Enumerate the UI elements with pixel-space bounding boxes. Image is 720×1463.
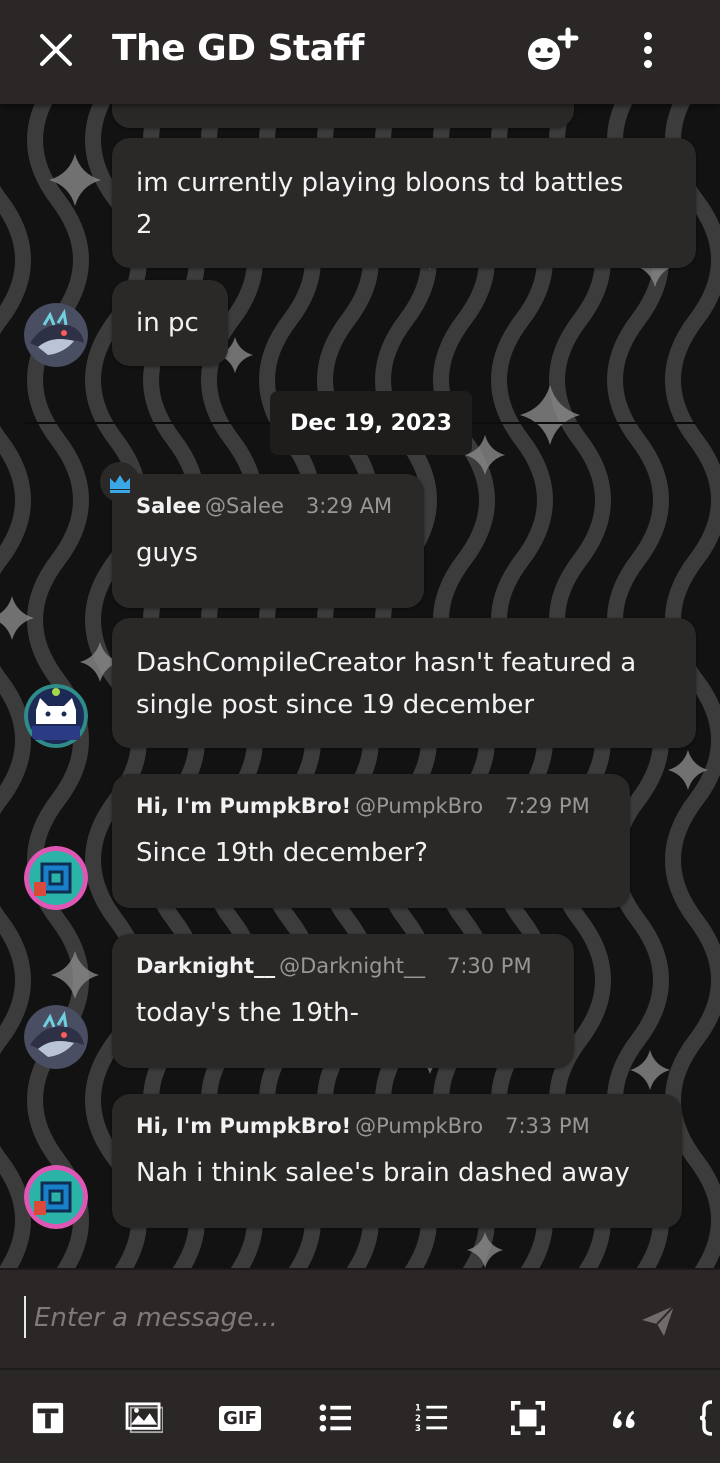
code-icon[interactable] [698,1400,720,1436]
message-time: 3:29 AM [305,494,393,518]
author-handle[interactable]: @Salee [205,494,284,518]
date-label: Dec 19, 2023 [270,391,472,455]
message-bubble[interactable]: DashCompileCreator hasn't featured a sin… [112,618,696,748]
formatting-toolbar: GIF 1 2 3 [0,1368,720,1463]
title-block-icon[interactable] [28,1400,68,1436]
bullet-list-icon[interactable] [316,1400,356,1436]
cube-avatar-icon [24,846,88,910]
message-meta: Salee @Salee 3:29 AM [112,474,424,526]
date-divider: Dec 19, 2023 [24,391,696,455]
message-input[interactable] [34,1296,614,1340]
message-bubble[interactable]: im currently playing bloons td battles 2 [112,138,696,268]
message-text: Since 19th december? [136,838,428,868]
message-bubble[interactable]: Darknight__ @Darknight__ 7:30 PM today's t… [112,934,574,1068]
crop-icon[interactable] [508,1400,548,1436]
message-time: 7:29 PM [505,794,590,818]
author-name[interactable]: Salee [136,494,201,518]
author-handle[interactable]: @PumpkBro [355,1114,483,1138]
send-icon[interactable] [638,1300,678,1340]
message-composer [0,1268,720,1370]
chat-title: The GD Staff [112,28,364,69]
message-text: Nah i think salee's brain dashed away [136,1158,630,1188]
add-member-icon[interactable] [524,26,580,74]
svg-text:1: 1 [415,1402,421,1412]
avatar-darknight[interactable] [24,303,88,367]
message-text: guys [136,538,198,568]
crown-icon [100,462,140,502]
chat-header: The GD Staff [0,0,720,104]
svg-text:2: 2 [415,1413,421,1423]
avatar-pumpkbro[interactable] [24,1165,88,1229]
message-text: im currently playing bloons td battles 2 [136,168,624,240]
cat-avatar-icon [24,684,88,748]
numbered-list-icon[interactable]: 1 2 3 [412,1400,452,1436]
author-name[interactable]: Hi, I'm PumpkBro! [136,794,351,818]
message-bubble[interactable]: in pc [112,280,228,366]
avatar-pumpkbro[interactable] [24,846,88,910]
author-handle[interactable]: @PumpkBro [355,794,483,818]
message-meta: Hi, I'm PumpkBro! @PumpkBro 7:33 PM [112,1094,682,1146]
message-time: 7:30 PM [446,954,532,978]
quote-icon[interactable] [604,1400,644,1436]
avatar-salee[interactable] [24,684,88,748]
more-options-icon[interactable] [632,30,664,70]
svg-text:3: 3 [415,1423,421,1433]
dragon-avatar-icon [24,303,88,367]
message-bubble[interactable]: Hi, I'm PumpkBro! @PumpkBro 7:29 PM Since … [112,774,630,908]
message-text: DashCompileCreator hasn't featured a sin… [136,648,637,720]
avatar-darknight[interactable] [24,1005,88,1069]
author-name[interactable]: Hi, I'm PumpkBro! [136,1114,351,1138]
author-handle[interactable]: @Darknight__ [279,954,425,978]
message-bubble[interactable]: Salee @Salee 3:29 AM guys [112,474,424,608]
message-meta: Hi, I'm PumpkBro! @PumpkBro 7:29 PM [112,774,630,826]
message-bubble[interactable]: Hi, I'm PumpkBro! @PumpkBro 7:33 PM Nah i … [112,1094,682,1228]
gif-label: GIF [219,1405,261,1431]
message-time: 7:33 PM [505,1114,590,1138]
dragon-avatar-icon [24,1005,88,1069]
author-name[interactable]: Darknight__ [136,954,275,978]
gif-icon[interactable]: GIF [219,1400,261,1436]
message-text: in pc [136,308,199,338]
message-meta: Darknight__ @Darknight__ 7:30 PM [112,934,574,986]
text-cursor [24,1296,26,1338]
close-icon[interactable] [36,30,76,70]
message-text: today's the 19th- [136,998,359,1028]
image-icon[interactable] [124,1400,164,1436]
cube-avatar-icon [24,1165,88,1229]
